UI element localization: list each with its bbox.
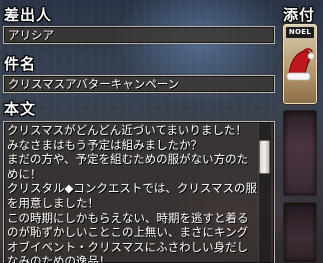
santa-hat-icon xyxy=(286,48,314,81)
attachment-tag: NOEL xyxy=(286,27,314,38)
attachment-slot-2[interactable] xyxy=(283,110,317,196)
subject-field: クリスマスアバターキャンペーン xyxy=(3,75,275,93)
body-heading: 本文 xyxy=(4,100,37,118)
body-scrollbar-thumb[interactable] xyxy=(259,140,270,174)
attachment-heading: 添付 xyxy=(283,6,316,24)
mail-window: 差出人 アリシア 件名 クリスマスアバターキャンペーン 本文 クリスマスがどんど… xyxy=(0,0,323,263)
body-text: クリスマスがどんどん近づいてまいりました！みなさまはもう予定は組みましたか？ ま… xyxy=(7,123,257,263)
sender-heading: 差出人 xyxy=(4,6,53,24)
subject-heading: 件名 xyxy=(4,55,37,73)
attachment-slot-3[interactable] xyxy=(283,202,317,263)
body-text-area[interactable]: クリスマスがどんどん近づいてまいりました！みなさまはもう予定は組みましたか？ ま… xyxy=(3,121,275,263)
sender-field: アリシア xyxy=(3,26,275,44)
